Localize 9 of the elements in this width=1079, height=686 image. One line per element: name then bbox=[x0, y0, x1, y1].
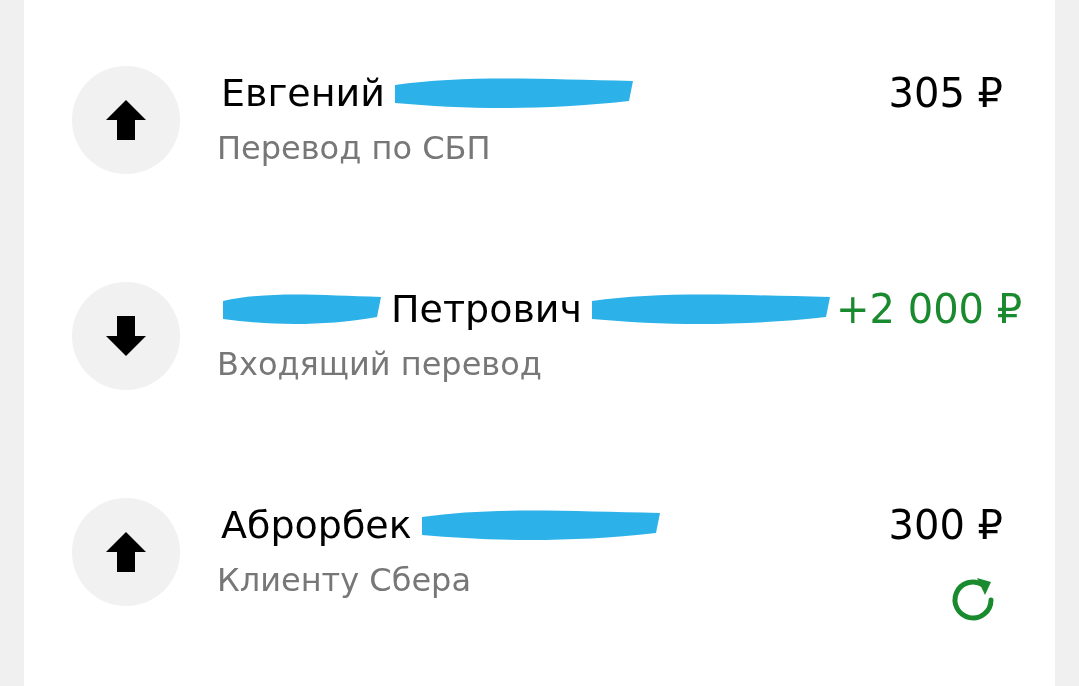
amount: 300 ₽ bbox=[888, 501, 1003, 550]
contact-name: Евгений bbox=[221, 70, 385, 117]
amount: 305 ₽ bbox=[888, 69, 1003, 118]
transfer-type: Клиенту Сбера bbox=[217, 560, 472, 600]
amount: +2 000 ₽ bbox=[836, 285, 1023, 334]
transfer-type: Перевод по СБП bbox=[217, 128, 492, 168]
contact-name: Аброрбек bbox=[221, 502, 412, 549]
contact-name: Петрович bbox=[391, 286, 582, 333]
transfer-type: Входящий перевод bbox=[217, 344, 543, 384]
